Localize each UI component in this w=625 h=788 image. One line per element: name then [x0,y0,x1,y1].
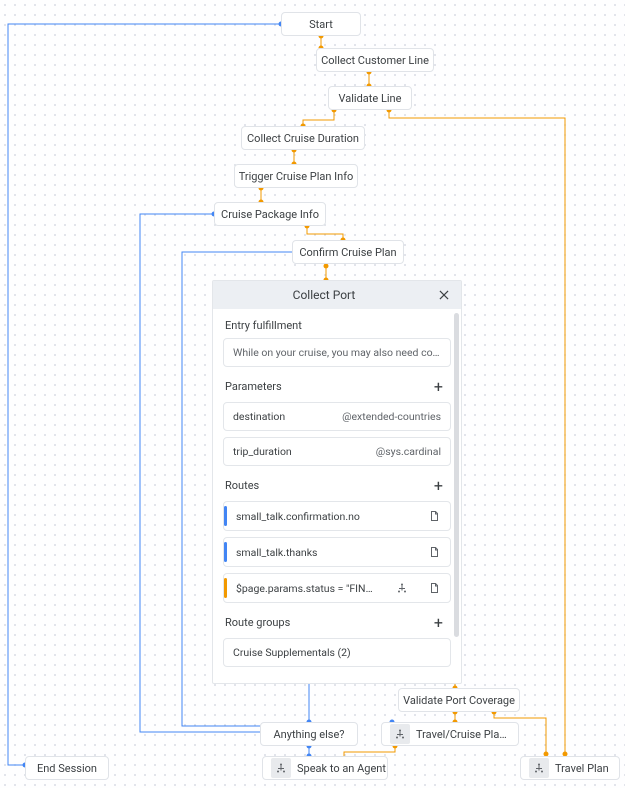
node-label: Validate Line [339,92,402,105]
node-label: Validate Port Coverage [403,694,515,707]
route-row[interactable]: small_talk.thanks [223,537,451,567]
page-icon [427,509,441,523]
node-anything-else[interactable]: Anything else? [260,722,358,746]
section-route-groups: Route groups + [225,613,451,632]
scrollbar[interactable] [454,313,459,637]
node-end-session[interactable]: End Session [25,756,109,780]
parameter-entity: @sys.cardinal [376,445,441,458]
route-group-row[interactable]: Cruise Supplementals (2) [223,638,451,667]
node-label: Cruise Package Info [221,208,319,221]
route-color-bar [224,542,227,562]
branch-icon [395,581,409,595]
route-row[interactable]: small_talk.confirmation.no [223,501,451,531]
parameter-row[interactable]: destination @extended-countries [223,402,451,431]
section-label-text: Routes [225,479,259,492]
node-collect-customer-line[interactable]: Collect Customer Line [316,48,434,72]
panel-body: Entry fulfillment While on your cruise, … [213,309,461,683]
route-row[interactable]: $page.params.status = "FINAL" [223,573,451,603]
node-label: End Session [37,762,97,775]
parameter-row[interactable]: trip_duration @sys.cardinal [223,437,451,466]
add-parameter-button[interactable]: + [434,377,443,396]
parameter-name: trip_duration [233,445,292,458]
panel-title: Collect Port [213,288,435,302]
node-start[interactable]: Start [281,12,361,36]
node-label: Anything else? [274,728,345,741]
route-label: small_talk.confirmation.no [236,510,360,523]
flow-icon [271,758,291,778]
node-speak-to-agent[interactable]: Speak to an Agent [262,756,388,780]
route-group-label: Cruise Supplementals (2) [233,646,351,659]
add-route-group-button[interactable]: + [434,613,443,632]
section-routes: Routes + [225,476,451,495]
section-parameters: Parameters + [225,377,451,396]
node-label: Collect Cruise Duration [247,132,359,145]
entry-fulfillment-text: While on your cruise, you may also need … [233,346,441,359]
flow-icon [390,724,410,744]
node-label: Start [309,18,333,31]
node-collect-cruise-duration[interactable]: Collect Cruise Duration [241,126,365,150]
node-label: Speak to an Agent [297,762,386,775]
route-color-bar [224,578,227,598]
node-label: Confirm Cruise Plan [299,246,396,259]
node-validate-line[interactable]: Validate Line [328,86,412,110]
node-travel-plan[interactable]: Travel Plan [520,756,620,780]
page-icon [427,545,441,559]
flow-icon [529,758,549,778]
node-confirm-cruise-plan[interactable]: Confirm Cruise Plan [292,240,404,264]
add-route-button[interactable]: + [434,476,443,495]
route-label: small_talk.thanks [236,546,317,559]
entry-fulfillment-card[interactable]: While on your cruise, you may also need … [223,338,451,367]
node-label: Trigger Cruise Plan Info [239,170,354,183]
parameter-entity: @extended-countries [342,410,441,423]
page-icon [427,581,441,595]
section-entry-fulfillment: Entry fulfillment [225,319,451,332]
node-label: Travel/Cruise Plan Opt… [416,728,510,741]
close-icon[interactable] [435,286,453,304]
node-label: Travel Plan [555,762,609,775]
node-label: Collect Customer Line [321,54,429,67]
parameter-name: destination [233,410,285,423]
route-label: $page.params.status = "FINAL" [236,582,376,595]
panel-header: Collect Port [213,281,461,309]
node-travel-cruise-plan-opt[interactable]: Travel/Cruise Plan Opt… [381,722,519,746]
node-validate-port-coverage[interactable]: Validate Port Coverage [398,688,520,712]
section-label-text: Parameters [225,380,282,393]
node-trigger-cruise-plan-info[interactable]: Trigger Cruise Plan Info [234,164,358,188]
section-label-text: Entry fulfillment [225,319,302,332]
page-detail-panel[interactable]: Collect Port Entry fulfillment While on … [212,280,462,684]
node-cruise-package-info[interactable]: Cruise Package Info [214,202,326,226]
section-label-text: Route groups [225,616,290,629]
route-color-bar [224,506,227,526]
